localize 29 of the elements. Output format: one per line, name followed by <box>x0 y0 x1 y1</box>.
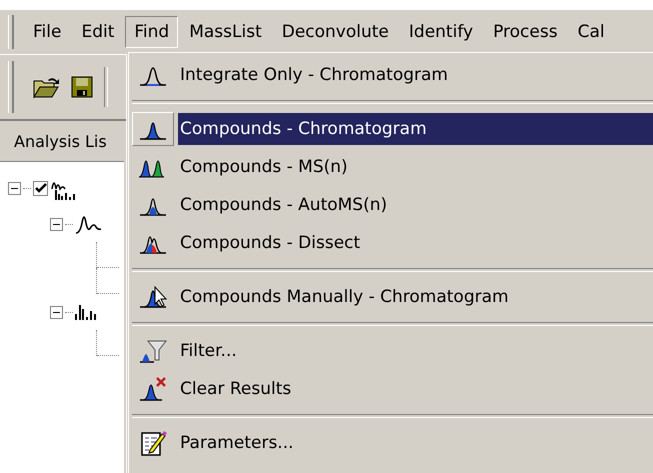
menu-item[interactable]: Filter... <box>178 335 653 367</box>
menu-item[interactable]: Compounds - Chromatogram <box>178 113 653 145</box>
menubar-gripper[interactable] <box>8 15 14 49</box>
collapse-icon[interactable] <box>50 218 63 230</box>
menu-item[interactable]: Process <box>484 16 567 48</box>
peak-cursor-icon <box>138 283 168 311</box>
peak-cross-icon <box>138 375 168 403</box>
menu-item[interactable]: Identify <box>400 16 482 48</box>
open-folder-icon[interactable] <box>32 75 60 99</box>
menu-item[interactable]: Compounds - AutoMS(n) <box>178 189 653 221</box>
menu-item[interactable]: Compounds - MS(n) <box>178 151 653 183</box>
menu-item[interactable]: Integrate Only - Chromatogram <box>178 59 653 91</box>
menu-item[interactable]: Parameters... <box>178 427 653 459</box>
toolbar-gripper[interactable] <box>8 61 14 113</box>
menu-item[interactable]: Cal <box>568 16 614 48</box>
menu-item[interactable]: MassList <box>180 16 271 48</box>
panel-tab[interactable]: Analysis Lis <box>0 121 124 162</box>
menu-item[interactable]: Compounds Manually - Chromatogram <box>178 281 653 313</box>
menu-item[interactable]: Edit <box>72 16 124 48</box>
menu-item[interactable]: Compounds - Dissect <box>178 227 653 259</box>
menu-item[interactable]: Find <box>125 16 178 48</box>
checkbox[interactable] <box>33 180 48 196</box>
collapse-icon[interactable] <box>50 306 63 318</box>
menu-item[interactable]: File <box>24 16 70 48</box>
spectrum-icon <box>75 304 97 320</box>
menu-item[interactable]: Deconvolute <box>272 16 398 48</box>
menu-item[interactable]: Clear Results <box>178 373 653 405</box>
collapse-icon[interactable] <box>8 182 21 194</box>
save-icon[interactable] <box>70 75 94 99</box>
